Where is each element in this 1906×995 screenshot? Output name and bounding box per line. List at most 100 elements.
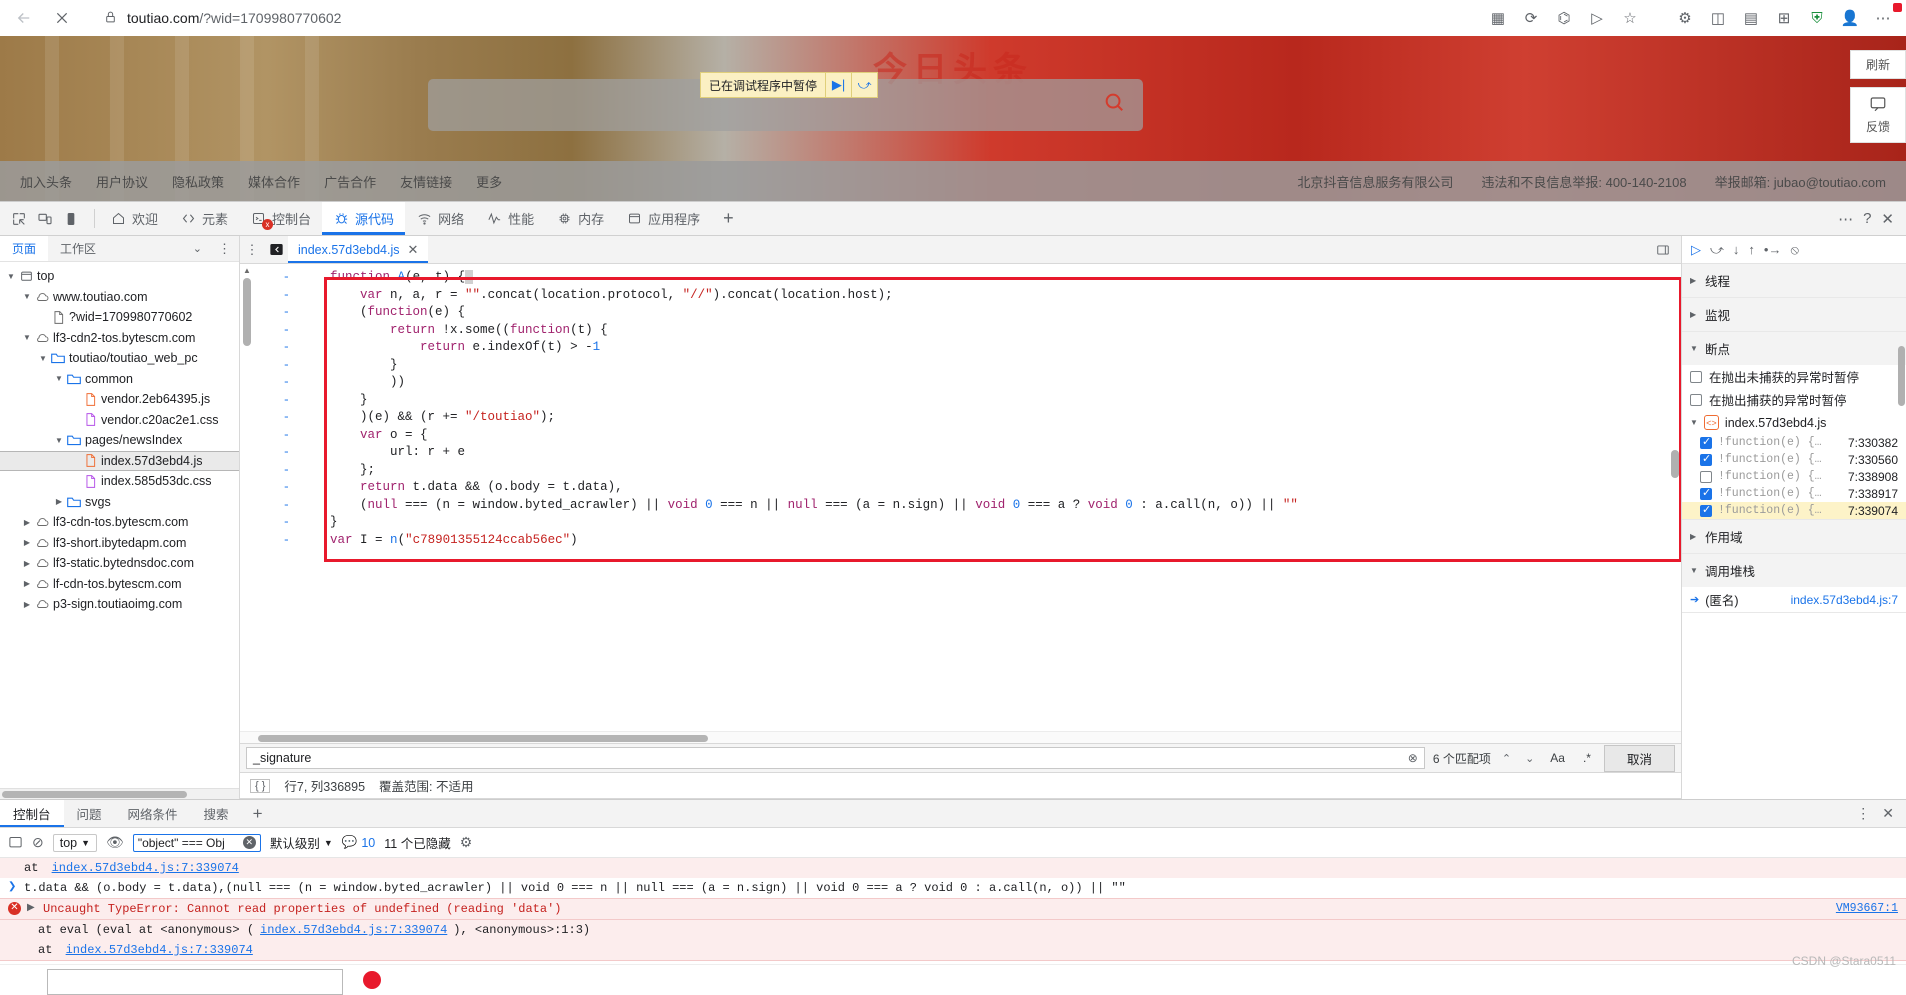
scroll-up-icon[interactable]: ▲ <box>240 264 254 275</box>
breakpoint-checkbox[interactable] <box>1700 454 1712 466</box>
media-icon[interactable]: ▷ <box>1584 5 1610 31</box>
pause-uncaught-checkbox[interactable] <box>1690 371 1702 383</box>
tab-memory[interactable]: 内存 <box>545 202 615 235</box>
code-editor[interactable]: ▲ ---------------- function A(e, t) { va… <box>240 264 1681 731</box>
editor-line-marker[interactable]: - <box>254 444 290 462</box>
shield-icon[interactable]: ⛨ <box>1804 5 1830 31</box>
favorite-star-icon[interactable]: ☆ <box>1617 5 1643 31</box>
find-next-icon[interactable]: ⌄ <box>1522 752 1537 765</box>
editor-line-marker[interactable]: - <box>254 287 290 305</box>
console-context-selector[interactable]: top ▼ <box>53 834 97 852</box>
file-tree-row[interactable]: ▼common <box>0 369 239 390</box>
file-tree-row[interactable]: ▶p3-sign.toutiaoimg.com <box>0 594 239 615</box>
editor-line-marker[interactable]: - <box>254 427 290 445</box>
chevron-down-icon[interactable]: ▼ <box>4 272 18 281</box>
editor-line-marker[interactable]: - <box>254 269 290 287</box>
console-source-link[interactable]: index.57d3ebd4.js:7:339074 <box>66 942 253 958</box>
show-navigator-icon[interactable] <box>264 236 288 263</box>
drawer-add-tab-button[interactable]: + <box>242 800 274 827</box>
editor-line-marker[interactable]: - <box>254 339 290 357</box>
breakpoint-checkbox[interactable] <box>1700 437 1712 449</box>
search-icon[interactable] <box>1103 91 1125 119</box>
editor-line-marker[interactable]: - <box>254 514 290 532</box>
console-source-link[interactable]: index.57d3ebd4.js:7:339074 <box>260 922 447 938</box>
chevron-down-icon[interactable]: ▼ <box>36 354 50 363</box>
split-screen-icon[interactable]: ▦ <box>1485 5 1511 31</box>
file-tree-row[interactable]: ▶lf3-short.ibytedapm.com <box>0 533 239 554</box>
drawer-more-icon[interactable]: ⋮ <box>1856 805 1870 822</box>
file-tree-row[interactable]: ?wid=1709980770602 <box>0 307 239 328</box>
scope-header[interactable]: ▶ 作用域 <box>1682 520 1906 553</box>
close-devtools-icon[interactable]: ✕ <box>1881 210 1894 228</box>
footer-link[interactable]: 友情链接 <box>400 172 452 191</box>
console-level-selector[interactable]: 默认级别 ▼ <box>270 833 333 852</box>
tab-elements[interactable]: 元素 <box>169 202 239 235</box>
footer-link[interactable]: 更多 <box>476 172 502 191</box>
browser-essentials-icon[interactable]: ⊞ <box>1771 5 1797 31</box>
chevron-down-icon[interactable]: ▼ <box>52 374 66 383</box>
mobile-view-icon[interactable] <box>60 208 82 230</box>
profile-icon[interactable]: 👤 <box>1837 5 1863 31</box>
footer-link[interactable]: 广告合作 <box>324 172 376 191</box>
file-tree-row[interactable]: ▼lf3-cdn2-tos.bytescm.com <box>0 328 239 349</box>
chevron-right-icon[interactable]: ▶ <box>20 538 34 547</box>
file-tree-row[interactable]: index.585d53dc.css <box>0 471 239 492</box>
console-source-link[interactable]: index.57d3ebd4.js:7:339074 <box>52 860 239 876</box>
tab-sources[interactable]: 源代码 <box>322 202 405 235</box>
chevron-down-icon[interactable]: ▼ <box>52 436 66 445</box>
breakpoints-header[interactable]: ▼ 断点 <box>1682 332 1906 365</box>
step-into-icon[interactable]: ↓ <box>1733 242 1740 257</box>
navigator-tab-workspace[interactable]: 工作区 <box>48 236 108 261</box>
file-tree-row[interactable]: ▶lf3-cdn-tos.bytescm.com <box>0 512 239 533</box>
file-tree-row[interactable]: ▼top <box>0 266 239 287</box>
file-tree-row[interactable]: index.57d3ebd4.js <box>0 451 239 472</box>
console-settings-icon[interactable]: ⚙ <box>460 834 473 851</box>
navigator-more-icon[interactable]: ⋮ <box>210 241 239 257</box>
resume-icon[interactable]: ▷ <box>1691 242 1701 258</box>
section-scope[interactable]: ▶ 作用域 <box>1682 520 1906 554</box>
editor-line-marker[interactable]: - <box>254 462 290 480</box>
chevron-right-icon[interactable]: ▶ <box>52 497 66 506</box>
breakpoint-row[interactable]: !function(e) {…7:330560 <box>1682 451 1906 468</box>
drawer-tab-issues[interactable]: 问题 <box>64 800 115 827</box>
editor-line-marker[interactable]: - <box>254 409 290 427</box>
headphones-icon[interactable]: ⌬ <box>1551 5 1577 31</box>
file-tree-row[interactable]: ▼www.toutiao.com <box>0 287 239 308</box>
expand-caret-icon[interactable]: ▶ <box>27 901 37 917</box>
editor-line-marker[interactable]: - <box>254 374 290 392</box>
callstack-header[interactable]: ▼ 调用堆栈 <box>1682 554 1906 587</box>
debugger-scrollbar-thumb[interactable] <box>1898 346 1905 406</box>
editor-vertical-scrollbar[interactable]: ▲ <box>240 264 254 731</box>
footer-link[interactable]: 媒体合作 <box>248 172 300 191</box>
navigator-tab-page[interactable]: 页面 <box>0 236 48 261</box>
step-over-icon[interactable]: ⤻ <box>1710 242 1724 258</box>
drawer-tab-network-conditions[interactable]: 网络条件 <box>115 800 191 827</box>
chevron-down-icon[interactable]: ⌄ <box>185 242 210 255</box>
file-tree-row[interactable]: ▼pages/newsIndex <box>0 430 239 451</box>
sidebar-icon[interactable]: ◫ <box>1705 5 1731 31</box>
extensions-icon[interactable]: ⚙ <box>1672 5 1698 31</box>
chevron-right-icon[interactable]: ▶ <box>20 600 34 609</box>
tab-network[interactable]: 网络 <box>405 202 475 235</box>
file-tree-row[interactable]: ▶lf3-static.bytednsdoc.com <box>0 553 239 574</box>
pause-caught-checkbox[interactable] <box>1690 394 1702 406</box>
pretty-print-icon[interactable]: { } <box>250 779 270 793</box>
chevron-right-icon[interactable]: ▶ <box>20 518 34 527</box>
find-prev-icon[interactable]: ⌃ <box>1499 752 1514 765</box>
watch-header[interactable]: ▶ 监视 <box>1682 298 1906 331</box>
inspect-element-icon[interactable] <box>8 208 30 230</box>
editor-horizontal-scrollbar[interactable] <box>240 731 1681 743</box>
file-tree-row[interactable]: ▶svgs <box>0 492 239 513</box>
help-icon[interactable]: ? <box>1863 210 1871 227</box>
section-threads[interactable]: ▶ 线程 <box>1682 264 1906 298</box>
file-tree-row[interactable]: ▼toutiao/toutiao_web_pc <box>0 348 239 369</box>
editor-panel-toggle[interactable] <box>1645 236 1681 263</box>
editor-line-marker[interactable]: - <box>254 479 290 497</box>
threads-header[interactable]: ▶ 线程 <box>1682 264 1906 297</box>
editor-line-marker[interactable]: - <box>254 532 290 550</box>
breakpoint-row[interactable]: !function(e) {…7:330382 <box>1682 434 1906 451</box>
add-panel-button[interactable]: + <box>711 202 746 235</box>
breakpoint-row[interactable]: !function(e) {…7:338908 <box>1682 468 1906 485</box>
tab-performance[interactable]: 性能 <box>475 202 545 235</box>
drawer-tab-console[interactable]: 控制台 <box>0 800 64 827</box>
